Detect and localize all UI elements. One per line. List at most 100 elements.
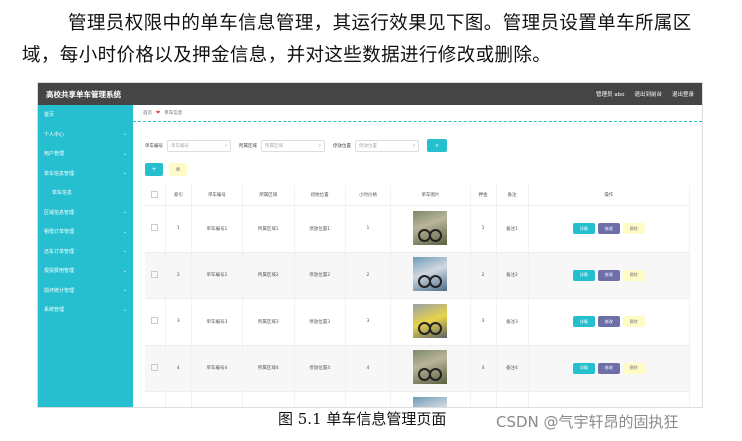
cell-image (390, 298, 471, 346)
row-actions: 详情 修改 删除 (530, 362, 689, 374)
detail-button[interactable]: 详情 (572, 362, 595, 374)
table-row: 2 单车编号2 所属区域2 停放位置2 2 2 备注2 详情 修改 删除 (145, 252, 690, 299)
column-header: 单车图片 (390, 185, 471, 206)
sidebar-item[interactable]: 损坏统计管理 ⌄ (38, 281, 133, 301)
detail-button[interactable]: 详情 (572, 223, 595, 235)
cell-image (390, 252, 471, 299)
sidebar-item[interactable]: 还车订单管理 ⌄ (38, 242, 133, 262)
edit-button[interactable]: 修改 (597, 223, 620, 235)
search-label: 停放位置 (333, 143, 351, 149)
logout-link[interactable]: 退出登录 (672, 90, 694, 98)
row-actions: 详情 修改 删除 (530, 269, 689, 281)
location-input[interactable]: 停放位置 ⌕ (355, 139, 419, 152)
watermark: CSDN @气宇轩昂的固执狂 (496, 413, 679, 431)
row-actions: 详情 修改 删除 (530, 223, 689, 235)
region-input[interactable]: 所属区域 ⌕ (261, 139, 325, 152)
sidebar-item[interactable]: 报损费用管理 ⌄ (38, 261, 133, 281)
table-row: 3 单车编号3 所属区域3 停放位置3 3 3 备注3 详情 修改 删除 (145, 298, 690, 346)
sidebar-item[interactable]: 租借订单管理 ⌄ (38, 222, 133, 242)
batch-delete-button[interactable]: ⊗ (169, 163, 187, 176)
chevron-down-icon: ⌄ (122, 287, 127, 294)
bike-no-input[interactable]: 单车编号 ⌕ (167, 139, 231, 152)
bike-image (413, 257, 448, 292)
add-button[interactable]: + (145, 163, 163, 176)
search-icon: ⌕ (435, 141, 439, 149)
sidebar-item[interactable]: 单车信息管理 ⌄ (38, 164, 133, 184)
sidebar-item[interactable]: 用户管理 ⌄ (38, 144, 133, 164)
column-header: 所属区域 (242, 185, 295, 206)
intro-paragraph: 管理员权限中的单车信息管理，其运行效果见下图。管理员设置单车所属区 域，每小时价… (22, 0, 722, 72)
heart-icon: ❤ (156, 110, 161, 116)
sidebar-item-label: 单车信息 (52, 190, 73, 197)
admin-user-link[interactable]: 管理员 abo (596, 90, 624, 98)
search-icon: ⌕ (224, 143, 227, 149)
cell-region: 所属区域2 (242, 252, 295, 299)
select-all-checkbox[interactable] (151, 190, 159, 198)
search-label: 单车编号 (145, 143, 163, 149)
chevron-down-icon: ⌄ (122, 209, 127, 216)
delete-button[interactable]: 删除 (622, 316, 645, 328)
search-field-region: 所属区域 所属区域 ⌕ (239, 139, 325, 152)
sidebar-item-label: 区域信息管理 (44, 209, 75, 216)
row-checkbox[interactable] (151, 270, 159, 278)
cell-index: 3 (165, 298, 192, 346)
cell-location: 停放位置5 (294, 391, 346, 407)
search-icon: ⌕ (318, 143, 321, 149)
cell-ops: 详情修改删除 (528, 298, 690, 346)
main-content: 首页 ❤ 单车信息 单车编号 单车编号 ⌕ 所属区域 所属区域 ⌕ 停放位置 停放位… (133, 105, 702, 407)
chevron-down-icon: ⌄ (122, 131, 127, 138)
cell-location: 停放位置2 (294, 252, 346, 299)
sidebar-item[interactable]: 区域信息管理 ⌄ (38, 203, 133, 223)
cell-image (390, 205, 471, 253)
column-header: 索引 (165, 185, 192, 206)
edit-button[interactable]: 修改 (597, 362, 620, 374)
sidebar-item[interactable]: 系统管理 ⌄ (38, 300, 133, 320)
search-icon: ⌕ (412, 143, 415, 149)
breadcrumb-home[interactable]: 首页 (143, 110, 152, 116)
row-checkbox[interactable] (151, 224, 159, 232)
row-checkbox-cell (145, 345, 166, 392)
cell-price: 1 (345, 205, 392, 253)
figure-caption: 图 5.1 单车信息管理页面 (278, 410, 447, 428)
edit-button[interactable]: 修改 (597, 316, 620, 328)
cell-deposit: 5 (470, 391, 497, 407)
cell-deposit: 4 (470, 345, 497, 392)
cell-index: 2 (165, 252, 192, 299)
sidebar-item-label: 用户管理 (44, 151, 65, 158)
cell-price: 3 (345, 298, 392, 346)
sidebar-item-label: 单车信息管理 (44, 170, 75, 177)
paragraph-line-2: 域，每小时价格以及押金信息，并对这些数据进行修改或删除。 (22, 45, 552, 66)
chevron-down-icon: ⌄ (122, 150, 127, 157)
app-title: 高校共享单车管理系统 (46, 89, 121, 99)
front-page-link[interactable]: 退出到前台 (634, 90, 662, 98)
edit-button[interactable]: 修改 (597, 269, 620, 281)
bike-image (413, 303, 448, 338)
chevron-down-icon: ⌄ (122, 306, 127, 313)
search-button[interactable]: ⌕ (427, 139, 447, 152)
row-checkbox-cell (145, 391, 166, 407)
search-bar: 单车编号 单车编号 ⌕ 所属区域 所属区域 ⌕ 停放位置 停放位置 ⌕ ⌕ (145, 139, 447, 152)
header-links: 管理员 abo 退出到前台 退出登录 (596, 90, 694, 98)
sidebar-item[interactable]: 单车信息 (38, 183, 133, 203)
cell-deposit: 1 (470, 205, 497, 253)
row-checkbox[interactable] (151, 363, 159, 371)
breadcrumb: 首页 ❤ 单车信息 (133, 105, 702, 122)
column-header: 小时价格 (345, 185, 392, 206)
sidebar-item[interactable]: 个人中心 ⌄ (38, 125, 133, 145)
paragraph-line-1: 管理员权限中的单车信息管理，其运行效果见下图。管理员设置单车所属区 (68, 13, 692, 34)
delete-button[interactable]: 删除 (622, 223, 645, 235)
detail-button[interactable]: 详情 (572, 269, 595, 281)
sidebar-item[interactable]: 首页 (38, 105, 133, 125)
cell-image (390, 345, 471, 392)
sidebar-item-label: 报损费用管理 (44, 268, 75, 275)
delete-button[interactable]: 删除 (622, 269, 645, 281)
input-placeholder: 所属区域 (265, 143, 283, 149)
search-field-location: 停放位置 停放位置 ⌕ (333, 139, 419, 152)
row-checkbox[interactable] (151, 317, 159, 325)
search-label: 所属区域 (239, 143, 257, 149)
row-actions: 详情 修改 删除 (530, 316, 689, 328)
delete-button[interactable]: 删除 (622, 362, 645, 374)
bike-image (413, 396, 448, 407)
detail-button[interactable]: 详情 (572, 316, 595, 328)
cell-region: 所属区域5 (242, 391, 295, 407)
